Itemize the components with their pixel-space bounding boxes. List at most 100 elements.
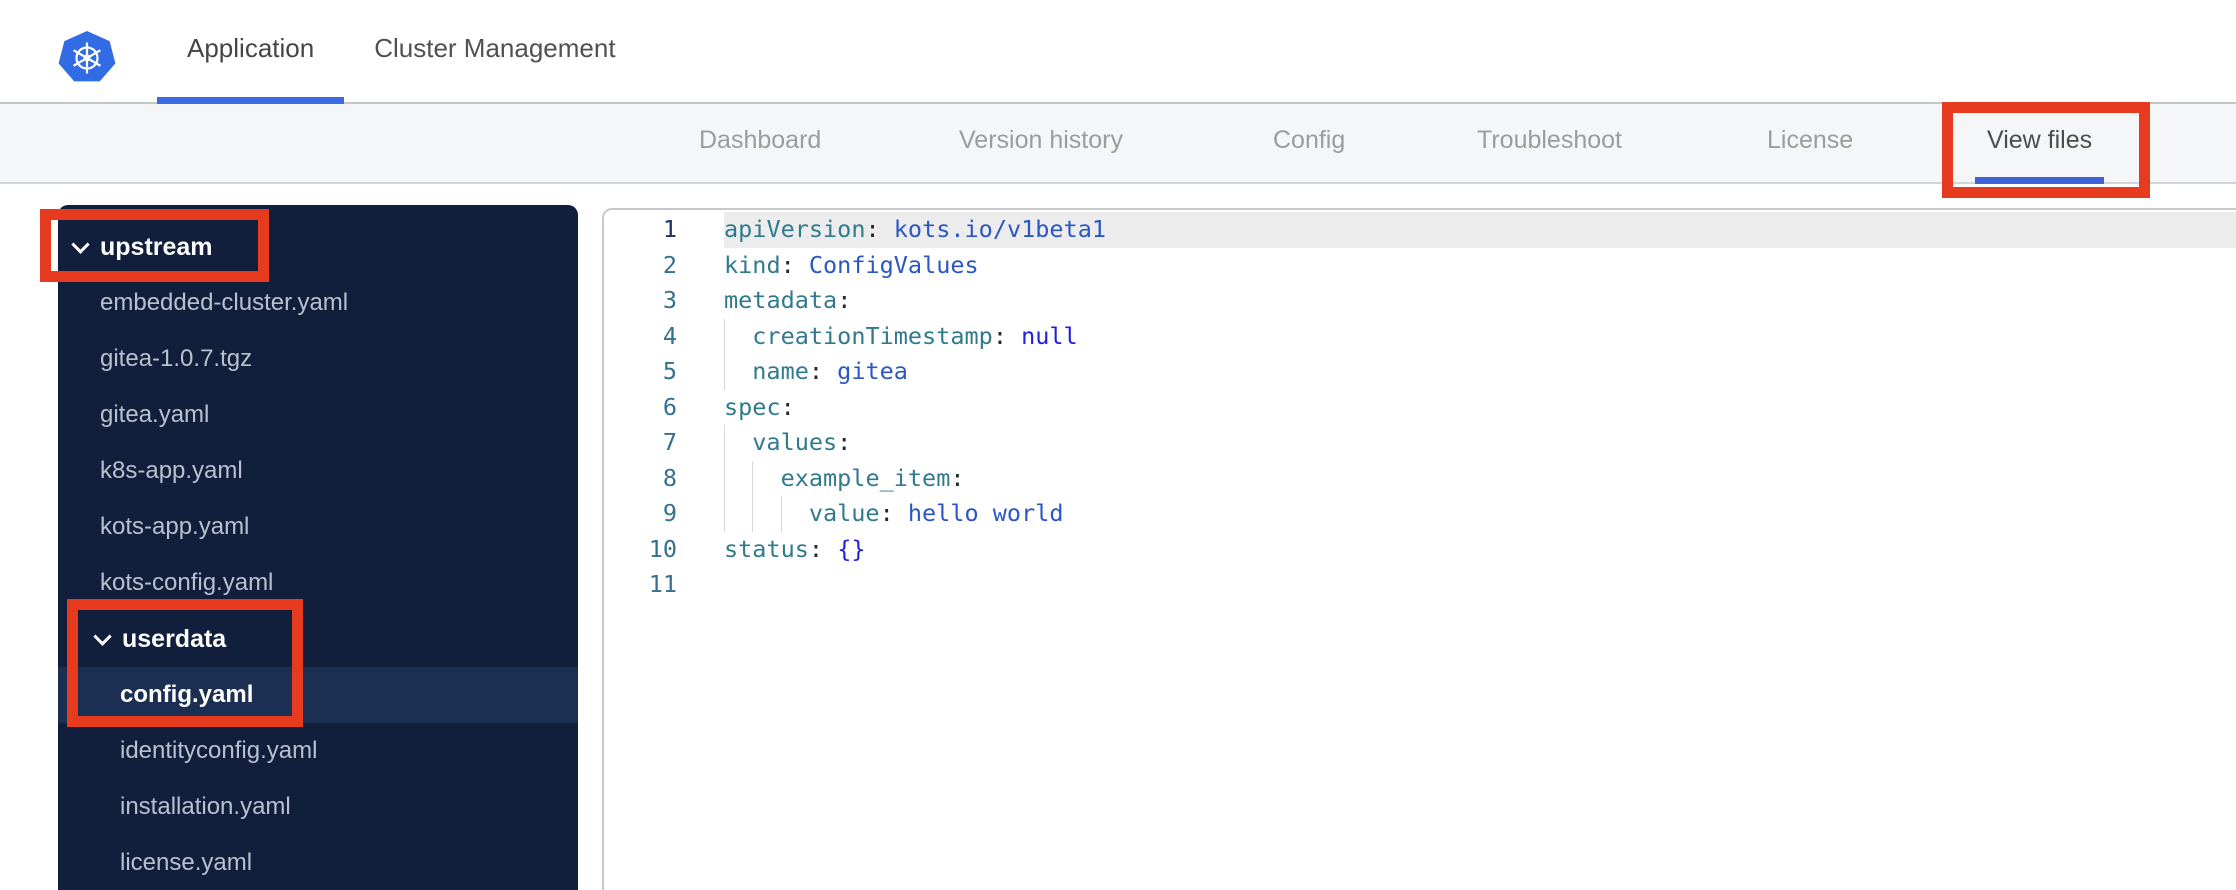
file-label: kots-config.yaml	[100, 569, 274, 596]
file-label: gitea.yaml	[100, 401, 210, 428]
line-number: 1	[662, 215, 677, 243]
code-text: name: gitea	[724, 354, 2236, 390]
line-number: 6	[662, 392, 677, 421]
indent-guide	[724, 354, 752, 390]
file-row-installation.yaml[interactable]: installation.yaml	[58, 779, 578, 835]
code-text: apiVersion: kots.io/v1beta1	[724, 212, 2236, 248]
line-number: 10	[648, 534, 677, 563]
app-nav-bar: Dashboard Version history Config Troublesho…	[0, 104, 2236, 184]
top-tabs: Application Cluster Management	[157, 0, 646, 104]
token-plain: :	[780, 392, 795, 421]
file-label: embedded-cluster.yaml	[100, 289, 349, 316]
code-line: 5 name: gitea	[604, 354, 2236, 390]
line-number: 7	[662, 428, 677, 456]
file-label: config.yaml	[120, 681, 254, 708]
file-row-embedded-cluster.yaml[interactable]: embedded-cluster.yaml	[58, 275, 578, 331]
token-plain: :	[837, 428, 852, 456]
file-tree-sidebar[interactable]: upstream embedded-cluster.yaml gitea-1.0.7…	[58, 205, 578, 890]
file-row-gitea.yaml[interactable]: gitea.yaml	[58, 387, 578, 443]
token-plain: :	[808, 534, 838, 563]
kots-admin-console: Application Cluster Management Dashboard V…	[0, 0, 2236, 890]
token-plain: :	[865, 215, 894, 243]
code-line: 2 kind: ConfigValues	[604, 248, 2236, 284]
indent-guide	[752, 496, 780, 532]
file-row-kots-app.yaml[interactable]: kots-app.yaml	[58, 499, 578, 555]
token-const: null	[1021, 321, 1078, 350]
token-key: status	[724, 534, 809, 563]
folder-row-userdata[interactable]: userdata	[58, 611, 578, 667]
file-label: kots-app.yaml	[100, 513, 250, 540]
code-line: 8 example_item:	[604, 460, 2236, 496]
code-line: 9 value: hello world	[604, 496, 2236, 532]
token-str: kots.io/v1beta1	[893, 215, 1107, 243]
token-const: {}	[837, 534, 866, 563]
token-str: hello world	[907, 499, 1064, 527]
code-line: 1 apiVersion: kots.io/v1beta1	[604, 212, 2236, 248]
token-key: value	[808, 499, 880, 527]
token-str: ConfigValues	[808, 250, 979, 279]
token-key: example_item	[780, 463, 951, 492]
nav-item-dashboard[interactable]: Dashboard	[699, 104, 821, 184]
nav-item-license[interactable]: License	[1767, 104, 1853, 184]
code-text: creationTimestamp: null	[724, 318, 2236, 354]
file-label: installation.yaml	[120, 793, 291, 820]
line-number: 3	[662, 286, 677, 314]
line-number: 5	[662, 357, 677, 385]
file-row-gitea-1.0.7.tgz[interactable]: gitea-1.0.7.tgz	[58, 331, 578, 387]
file-label: gitea-1.0.7.tgz	[100, 345, 253, 372]
line-number: 9	[662, 499, 677, 527]
line-number: 4	[662, 321, 677, 350]
token-plain: :	[950, 463, 965, 492]
ship-wheel-icon	[73, 42, 101, 73]
token-plain: :	[808, 357, 838, 385]
token-plain: :	[992, 321, 1022, 350]
file-label: license.yaml	[120, 849, 253, 876]
file-row-config.yaml[interactable]: config.yaml	[58, 667, 578, 723]
code-line: 7 values:	[604, 425, 2236, 461]
top-tab-application[interactable]: Application	[157, 0, 345, 104]
top-tab-cluster-management[interactable]: Cluster Management	[344, 0, 645, 104]
line-number: 11	[648, 570, 677, 598]
nav-item-version-history[interactable]: Version history	[959, 104, 1123, 184]
indent-guide	[724, 318, 752, 354]
token-key: spec	[724, 392, 781, 421]
code-text: example_item:	[724, 460, 2236, 496]
file-row-license.yaml[interactable]: license.yaml	[58, 835, 578, 890]
nav-item-troubleshoot[interactable]: Troubleshoot	[1477, 104, 1622, 184]
chevron-down-icon	[71, 234, 90, 254]
code-line: 10 status: {}	[604, 532, 2236, 568]
token-key: values	[752, 428, 838, 456]
token-key: kind	[724, 250, 781, 279]
code-text: kind: ConfigValues	[724, 248, 2236, 284]
indent-guide	[724, 496, 752, 532]
top-header-bar: Application Cluster Management	[0, 0, 2236, 104]
code-line: 3 metadata:	[604, 283, 2236, 319]
token-plain: :	[780, 250, 809, 279]
token-key: creationTimestamp	[752, 321, 993, 350]
indent-guide	[724, 425, 752, 461]
code-line: 6 spec:	[604, 390, 2236, 426]
token-plain: :	[879, 499, 908, 527]
folder-row-upstream[interactable]: upstream	[58, 219, 578, 275]
file-label: k8s-app.yaml	[100, 457, 243, 484]
code-text: spec:	[724, 390, 2236, 426]
code-text: metadata:	[724, 283, 2236, 319]
code-line: 11	[604, 567, 2236, 603]
line-number: 8	[662, 463, 677, 492]
nav-item-config[interactable]: Config	[1273, 104, 1345, 184]
file-content-editor[interactable]: 1 apiVersion: kots.io/v1beta1 2 kind: Confi…	[602, 208, 2236, 890]
indent-guide	[724, 460, 752, 496]
file-label: identityconfig.yaml	[120, 737, 318, 764]
file-row-kots-config.yaml[interactable]: kots-config.yaml	[58, 555, 578, 611]
token-plain: :	[837, 286, 852, 314]
kubernetes-logo-icon[interactable]	[58, 31, 116, 82]
code-text: status: {}	[724, 532, 2236, 568]
token-key: apiVersion	[724, 215, 866, 243]
file-row-k8s-app.yaml[interactable]: k8s-app.yaml	[58, 443, 578, 499]
code-text: value: hello world	[724, 496, 2236, 532]
file-row-identityconfig.yaml[interactable]: identityconfig.yaml	[58, 723, 578, 779]
indent-guide	[780, 496, 809, 532]
token-key: metadata	[724, 286, 838, 314]
nav-item-view-files[interactable]: View files	[1975, 104, 2105, 184]
